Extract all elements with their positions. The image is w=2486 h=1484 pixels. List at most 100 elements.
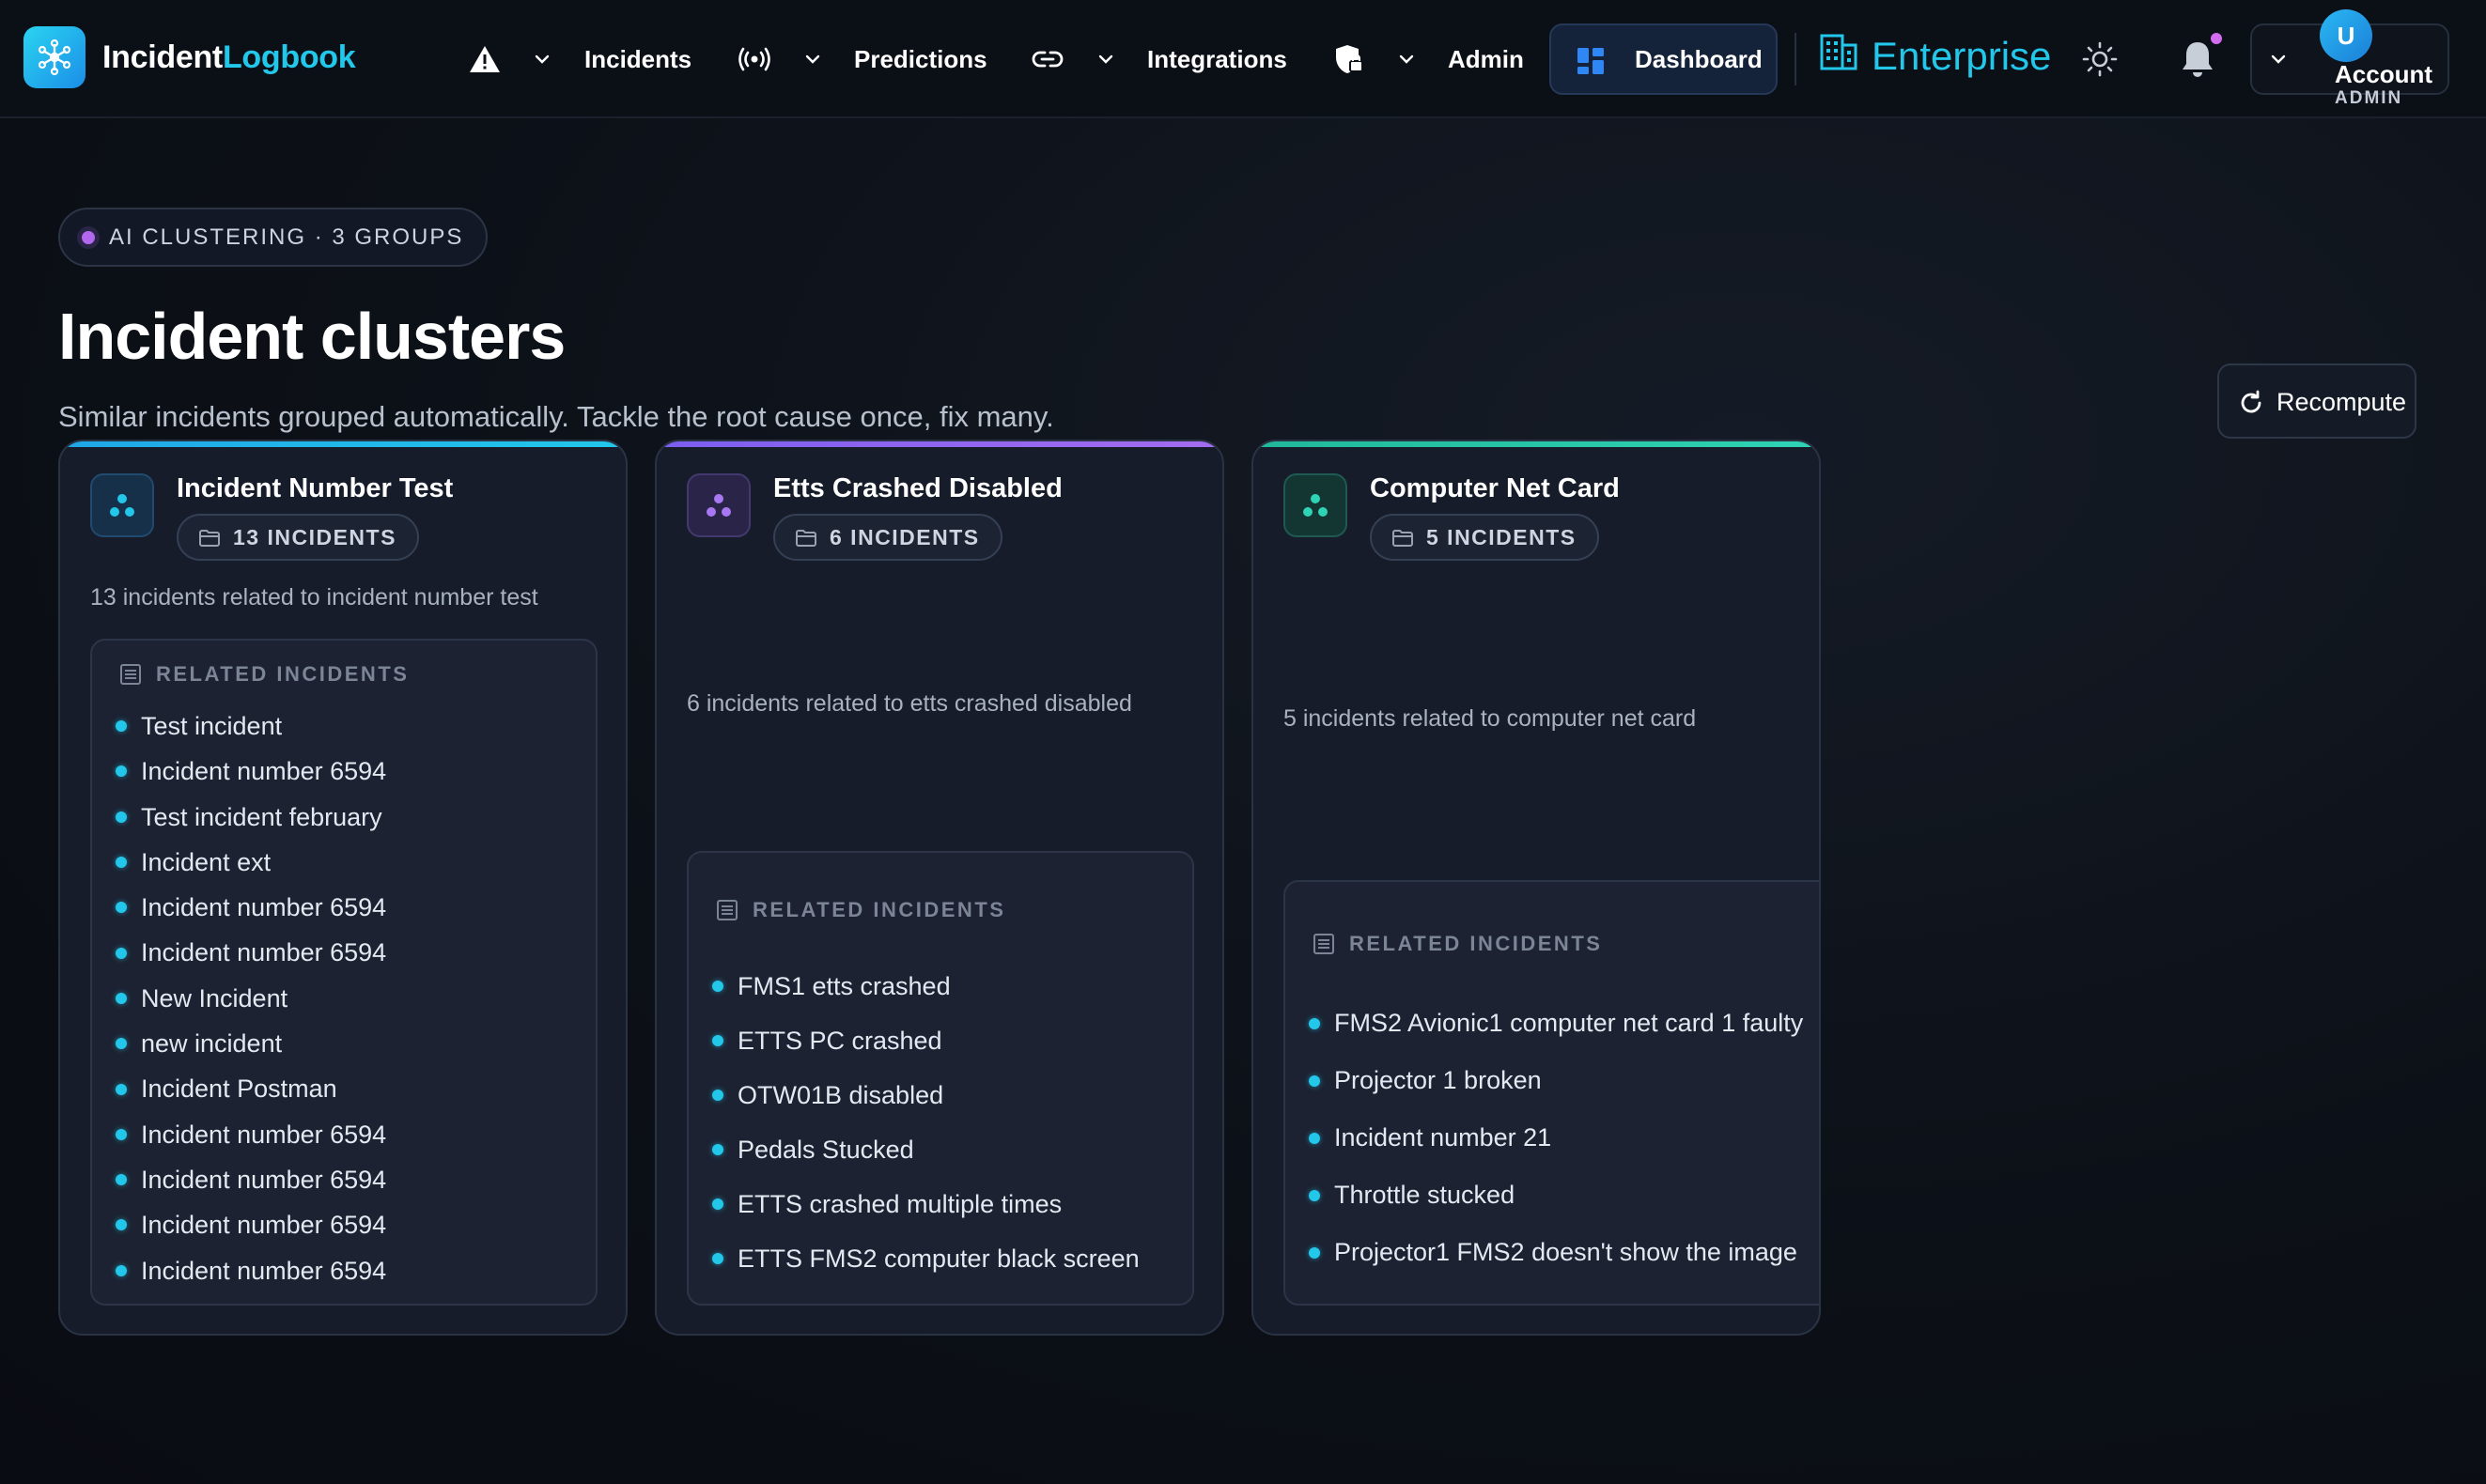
related-incidents-heading: RELATED INCIDENTS <box>717 898 1005 922</box>
list-icon <box>120 664 141 685</box>
list-item[interactable]: FMS1 etts crashed <box>709 959 1140 1013</box>
list-item[interactable]: Incident number 6594 <box>113 930 386 975</box>
list-item[interactable]: Test incident <box>113 703 386 749</box>
shield-lock-icon[interactable] <box>1331 41 1367 77</box>
incident-count-text: 13 INCIDENTS <box>233 524 396 549</box>
cluster-name: Computer Net Card <box>1370 473 1620 503</box>
folder-icon <box>796 530 816 547</box>
nav-item-integrations[interactable]: Integrations <box>1147 28 1287 90</box>
related-incidents-list: Test incident Incident number 6594 Test … <box>113 703 386 1293</box>
list-item[interactable]: Pedals Stucked <box>709 1122 1140 1177</box>
chevron-down-icon[interactable] <box>802 49 823 70</box>
nav-divider <box>1795 33 1796 85</box>
incident-count-text: 6 INCIDENTS <box>830 524 980 549</box>
related-incidents-heading: RELATED INCIDENTS <box>1313 932 1602 956</box>
building-icon <box>1820 34 1857 70</box>
related-incidents-panel: RELATED INCIDENTS Test incident Incident… <box>90 639 598 1306</box>
link-icon[interactable] <box>1030 41 1065 77</box>
avatar[interactable]: U <box>2320 9 2372 62</box>
recompute-button[interactable]: Recompute <box>2217 363 2416 439</box>
related-heading-text: RELATED INCIDENTS <box>753 898 1006 921</box>
list-item[interactable]: Projector 1 broken <box>1306 1052 1803 1109</box>
list-item[interactable]: Incident number 6594 <box>113 1202 386 1247</box>
page-subtitle: Similar incidents grouped automatically.… <box>58 400 1054 433</box>
status-dot <box>82 231 95 244</box>
account-role: ADMIN <box>2335 88 2403 108</box>
cluster-icon <box>1283 473 1347 537</box>
cluster-name: Etts Crashed Disabled <box>773 473 1063 503</box>
app-title-part1: Incident <box>102 39 223 75</box>
related-incidents-panel: RELATED INCIDENTS FMS1 etts crashed ETTS… <box>687 851 1194 1306</box>
list-item[interactable]: Incident ext <box>113 840 386 885</box>
list-icon <box>717 900 738 920</box>
clustering-status-pill: AI CLUSTERING · 3 GROUPS <box>58 208 489 267</box>
cluster-card[interactable]: Computer Net Card 5 INCIDENTS 5 incident… <box>1251 440 1821 1336</box>
app-logo-icon[interactable] <box>23 26 85 88</box>
incident-count-badge: 6 INCIDENTS <box>773 514 1002 561</box>
notification-badge <box>2209 31 2224 46</box>
cluster-name: Incident Number Test <box>177 473 454 503</box>
list-item[interactable]: New Incident <box>113 976 386 1021</box>
cluster-card[interactable]: Etts Crashed Disabled 6 INCIDENTS 6 inci… <box>655 440 1224 1336</box>
dashboard-grid-icon <box>1577 48 1604 74</box>
list-item[interactable]: FMS2 Avionic1 computer net card 1 faulty <box>1306 995 1803 1052</box>
folder-icon <box>199 530 220 547</box>
list-item[interactable]: Throttle stucked <box>1306 1167 1803 1224</box>
list-item[interactable]: Incident number 6594 <box>113 885 386 930</box>
refresh-icon <box>2241 390 2261 413</box>
recompute-label: Recompute <box>2276 388 2407 416</box>
incident-count-badge: 5 INCIDENTS <box>1370 514 1599 561</box>
sun-icon[interactable] <box>2082 41 2118 77</box>
chevron-down-icon[interactable] <box>1095 49 1116 70</box>
related-heading-text: RELATED INCIDENTS <box>156 662 410 686</box>
card-accent-bar <box>1253 441 1819 447</box>
list-item[interactable]: Incident Postman <box>113 1066 386 1111</box>
app-title-part2: Logbook <box>222 39 356 75</box>
card-accent-bar <box>60 441 626 447</box>
related-incidents-heading: RELATED INCIDENTS <box>120 662 409 687</box>
nav-item-predictions[interactable]: Predictions <box>854 28 987 90</box>
dashboard-label: Dashboard <box>1635 45 1763 73</box>
nav-item-admin[interactable]: Admin <box>1448 28 1524 90</box>
plan-label: Enterprise <box>1872 34 2052 78</box>
cluster-icon <box>90 473 154 537</box>
account-name: Account <box>2335 60 2432 88</box>
chevron-down-icon[interactable] <box>1396 49 1417 70</box>
warning-triangle-icon[interactable] <box>467 41 503 77</box>
list-item[interactable]: Incident number 21 <box>1306 1109 1803 1167</box>
cluster-icon <box>687 473 751 537</box>
list-item[interactable]: Incident number 6594 <box>113 1248 386 1293</box>
related-incidents-list: FMS1 etts crashed ETTS PC crashed OTW01B… <box>709 959 1140 1286</box>
cluster-description: 13 incidents related to incident number … <box>90 584 538 611</box>
list-item[interactable]: Projector1 FMS2 doesn't show the image <box>1306 1224 1803 1281</box>
list-item[interactable]: ETTS FMS2 computer black screen <box>709 1231 1140 1286</box>
list-item[interactable]: Incident number 6594 <box>113 1112 386 1157</box>
app-title[interactable]: IncidentLogbook <box>102 39 356 76</box>
chevron-down-icon[interactable] <box>532 49 552 70</box>
top-nav: IncidentLogbook Incidents Predictions In… <box>0 0 2486 118</box>
list-item[interactable]: ETTS crashed multiple times <box>709 1177 1140 1231</box>
folder-icon <box>1392 530 1413 547</box>
nav-item-incidents[interactable]: Incidents <box>584 28 691 90</box>
related-incidents-list: FMS2 Avionic1 computer net card 1 faulty… <box>1306 995 1803 1281</box>
list-item[interactable]: Incident number 6594 <box>113 749 386 794</box>
cluster-card[interactable]: Incident Number Test 13 INCIDENTS 13 inc… <box>58 440 628 1336</box>
list-item[interactable]: Test incident february <box>113 795 386 840</box>
list-item[interactable]: ETTS PC crashed <box>709 1013 1140 1068</box>
list-item[interactable]: Incident number 6594 <box>113 1157 386 1202</box>
clustering-status-text: AI CLUSTERING · 3 GROUPS <box>109 224 464 250</box>
related-heading-text: RELATED INCIDENTS <box>1349 932 1603 955</box>
cluster-description: 6 incidents related to etts crashed disa… <box>687 690 1132 717</box>
list-icon <box>1313 934 1334 954</box>
bell-icon[interactable] <box>2180 39 2215 79</box>
page-title: Incident clusters <box>58 300 566 373</box>
list-item[interactable]: OTW01B disabled <box>709 1068 1140 1122</box>
dashboard-button[interactable]: Dashboard <box>1549 23 1778 95</box>
broadcast-icon[interactable] <box>737 41 772 77</box>
list-item[interactable]: new incident <box>113 1021 386 1066</box>
cluster-description: 5 incidents related to computer net card <box>1283 705 1697 732</box>
incident-count-text: 5 INCIDENTS <box>1426 524 1577 549</box>
related-incidents-panel: RELATED INCIDENTS FMS2 Avionic1 computer… <box>1283 880 1819 1306</box>
card-accent-bar <box>657 441 1222 447</box>
chevron-down-icon[interactable] <box>2268 49 2289 70</box>
